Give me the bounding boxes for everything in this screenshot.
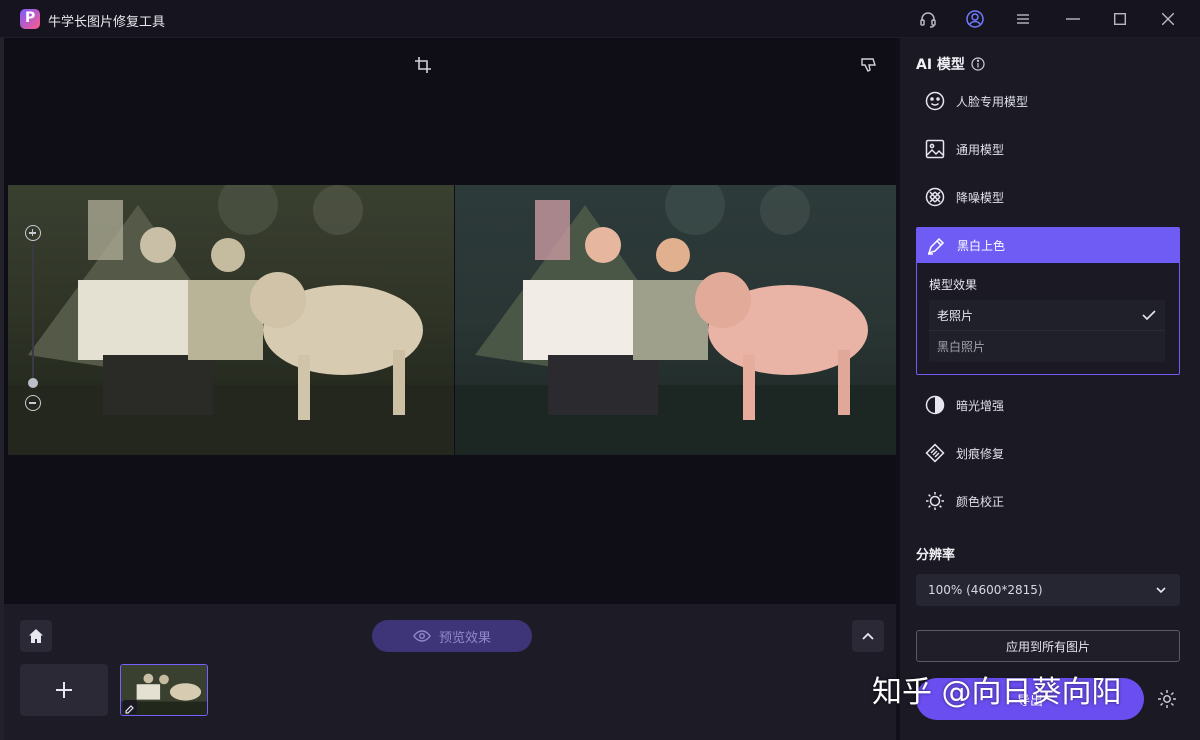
effect-options: 老照片 黑白照片	[929, 300, 1165, 362]
plus-icon	[56, 682, 72, 698]
model-general-label: 通用模型	[956, 142, 1005, 157]
maximize-icon[interactable]	[1107, 6, 1133, 32]
app-title: 牛学长图片修复工具	[48, 15, 166, 30]
apply-all-button[interactable]: 应用到所有图片	[916, 630, 1180, 662]
zoom-out-icon[interactable]	[25, 395, 41, 411]
scratch-icon	[924, 442, 946, 464]
home-button[interactable]	[20, 620, 52, 652]
crop-icon[interactable]	[414, 56, 436, 78]
account-icon[interactable]	[962, 6, 988, 32]
model-face[interactable]: 人脸专用模型	[916, 83, 1180, 119]
sun-icon	[924, 490, 946, 512]
menu-icon[interactable]	[1010, 6, 1036, 32]
support-headset-icon[interactable]	[915, 6, 941, 32]
eye-icon	[413, 630, 431, 642]
model-denoise[interactable]: 降噪模型	[916, 179, 1180, 215]
thumbs-down-icon[interactable]	[860, 56, 882, 78]
minimize-icon[interactable]	[1060, 6, 1086, 32]
preview-button[interactable]: 预览效果	[372, 620, 532, 652]
resolution-select[interactable]: 100% (4600*2815)	[916, 574, 1180, 606]
resolution-value: 100% (4600*2815)	[928, 583, 1043, 597]
app-logo	[20, 9, 40, 29]
chevron-up-icon	[862, 632, 874, 640]
model-colorize-label: 黑白上色	[957, 239, 1006, 253]
workspace	[4, 38, 896, 604]
title-bar: 牛学长图片修复工具	[0, 0, 1200, 38]
zoom-slider[interactable]	[32, 244, 34, 384]
zoom-slider-thumb[interactable]	[28, 378, 38, 388]
colorized-photo	[455, 185, 896, 455]
close-icon[interactable]	[1155, 6, 1181, 32]
model-low-light[interactable]: 暗光增强	[916, 387, 1180, 423]
home-icon	[29, 629, 43, 643]
colorize-icon	[925, 235, 947, 257]
model-denoise-label: 降噪模型	[956, 190, 1005, 205]
model-colorize-header[interactable]: 黑白上色	[917, 228, 1179, 263]
preview-button-label: 预览效果	[438, 630, 491, 646]
info-icon[interactable]	[971, 57, 985, 71]
denoise-icon	[924, 186, 946, 208]
chevron-down-icon	[1156, 587, 1166, 594]
model-color-correct-label: 颜色校正	[956, 494, 1005, 509]
image-thumbnail[interactable]	[120, 664, 208, 716]
effect-option-old-photo[interactable]: 老照片	[929, 300, 1165, 331]
zoom-in-icon[interactable]	[25, 225, 41, 241]
face-icon	[924, 90, 946, 112]
contrast-icon	[924, 394, 946, 416]
colorize-badge-icon	[123, 700, 137, 714]
model-general[interactable]: 通用模型	[916, 131, 1180, 167]
add-image-button[interactable]	[20, 664, 108, 716]
resolution-label: 分辨率	[916, 548, 956, 563]
panel-title: AI 模型	[916, 54, 985, 74]
checkmark-icon	[1142, 310, 1156, 321]
model-color-correct[interactable]: 颜色校正	[916, 483, 1180, 519]
model-face-label: 人脸专用模型	[956, 94, 1029, 109]
model-colorize[interactable]: 黑白上色 模型效果 老照片 黑白照片	[916, 227, 1180, 375]
collapse-button[interactable]	[852, 620, 884, 652]
settings-panel: AI 模型 人脸专用模型 通用模型 降噪模型 黑白上色 模型效果 老照片 黑白照…	[900, 38, 1200, 740]
image-icon	[924, 138, 946, 160]
model-scratch-label: 划痕修复	[956, 446, 1005, 461]
effect-label: 模型效果	[929, 278, 978, 292]
settings-gear-icon[interactable]	[1156, 688, 1178, 710]
original-photo	[8, 185, 454, 455]
model-low-light-label: 暗光增强	[956, 398, 1005, 413]
watermark: 知乎 @向日葵向阳	[872, 675, 1122, 710]
model-scratch[interactable]: 划痕修复	[916, 435, 1180, 471]
bottom-bar: 预览效果	[4, 604, 896, 740]
effect-option-bw-photo[interactable]: 黑白照片	[929, 331, 1165, 362]
